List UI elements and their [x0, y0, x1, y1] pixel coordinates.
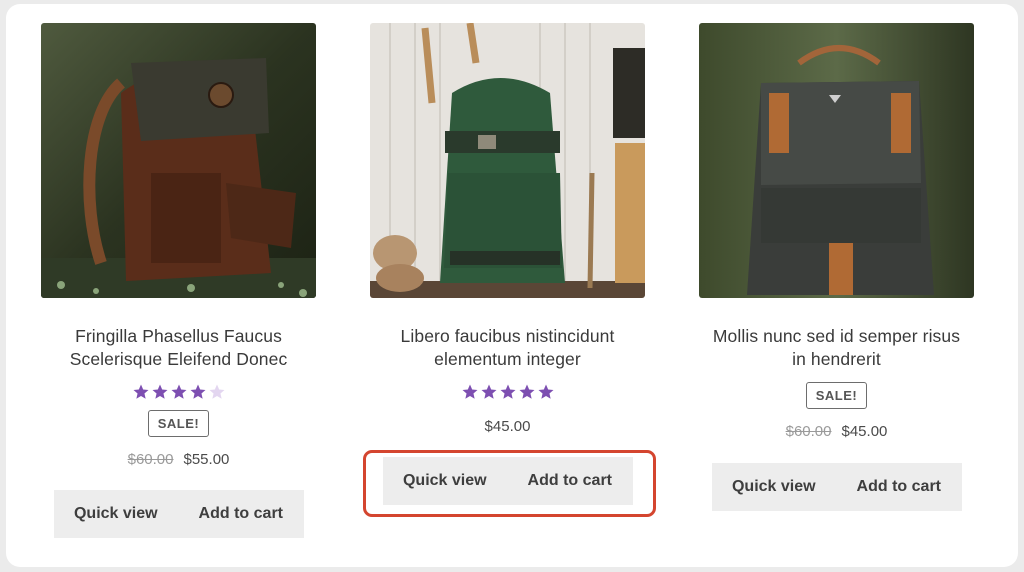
- current-price: $55.00: [183, 451, 230, 468]
- product-image-link[interactable]: [370, 23, 645, 298]
- product-card: Mollis nunc sed id semper risus in hendr…: [699, 23, 974, 511]
- product-title[interactable]: Fringilla Phasellus Faucus Scelerisque E…: [49, 325, 308, 371]
- highlight-box: [363, 450, 656, 517]
- old-price: $60.00: [127, 451, 174, 468]
- sale-badge: SALE!: [805, 382, 868, 409]
- current-price: $45.00: [484, 418, 531, 435]
- product-actions: Quick view Add to cart: [53, 490, 304, 538]
- add-to-cart-button[interactable]: Add to cart: [857, 478, 941, 496]
- star-icon: [481, 384, 496, 399]
- star-icon: [538, 384, 553, 399]
- star-icon: [133, 384, 148, 399]
- price: $60.00 $55.00: [41, 451, 316, 468]
- product-card: Libero faucibus nistincidunt elementum i…: [370, 23, 645, 505]
- product-card: Fringilla Phasellus Faucus Scelerisque E…: [41, 23, 316, 538]
- sale-badge: SALE!: [147, 410, 210, 437]
- star-rating: [41, 383, 316, 403]
- price: $45.00: [370, 418, 645, 435]
- add-to-cart-button[interactable]: Add to cart: [199, 505, 283, 523]
- star-icon: [171, 384, 186, 399]
- star-icon: [462, 384, 477, 399]
- quick-view-button[interactable]: Quick view: [74, 505, 158, 523]
- price: $60.00 $45.00: [699, 423, 974, 440]
- star-icon: [190, 384, 205, 399]
- product-title[interactable]: Libero faucibus nistincidunt elementum i…: [378, 325, 637, 371]
- star-rating: [370, 383, 645, 403]
- product-actions: Quick view Add to cart: [711, 463, 962, 511]
- star-icon: [209, 384, 224, 399]
- product-image: [699, 23, 974, 298]
- star-icon: [152, 384, 167, 399]
- product-image-link[interactable]: [41, 23, 316, 298]
- product-image: [41, 23, 316, 298]
- product-title[interactable]: Mollis nunc sed id semper risus in hendr…: [707, 325, 966, 371]
- star-icon: [500, 384, 515, 399]
- quick-view-button[interactable]: Quick view: [732, 478, 816, 496]
- product-image: [370, 23, 645, 298]
- current-price: $45.00: [841, 423, 888, 440]
- product-image-link[interactable]: [699, 23, 974, 298]
- star-icon: [519, 384, 534, 399]
- old-price: $60.00: [785, 423, 832, 440]
